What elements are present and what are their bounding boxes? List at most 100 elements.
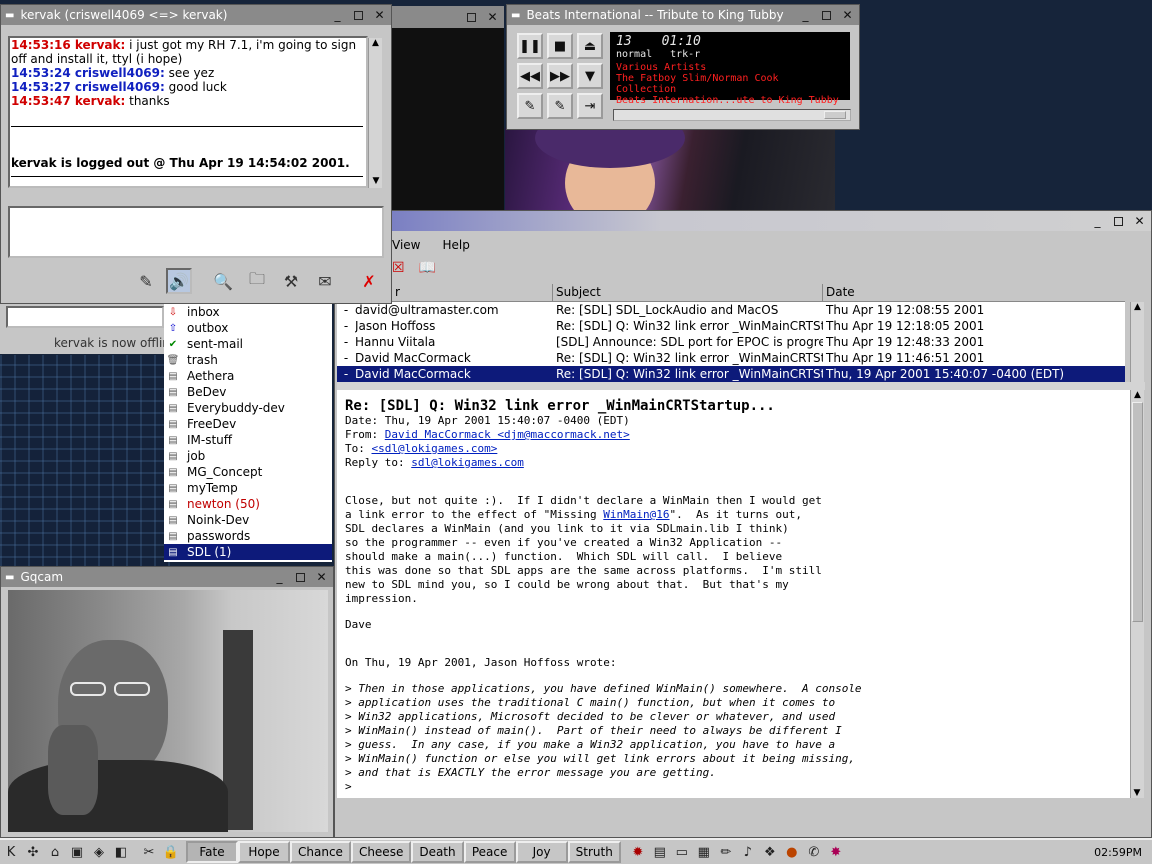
workspace-button[interactable]: Peace xyxy=(463,841,516,863)
grid-icon[interactable]: ▦ xyxy=(693,841,715,863)
send-icon[interactable]: ✉ xyxy=(312,268,338,294)
replyto-link[interactable]: sdl@lokigames.com xyxy=(411,456,524,469)
close-icon[interactable]: ✕ xyxy=(485,10,500,24)
folder-item[interactable]: ▤ Noink-Dev xyxy=(164,512,332,528)
folder-item[interactable]: ▤ Aethera xyxy=(164,368,332,384)
edit-icon[interactable]: ✎ xyxy=(133,268,159,294)
hammer-icon[interactable]: ⚒ xyxy=(278,268,304,294)
gqcam-titlebar[interactable]: ▬ Gqcam _ ✕ xyxy=(1,567,333,587)
scissors-icon[interactable]: ✂ xyxy=(138,841,160,863)
fruit-icon[interactable]: ● xyxy=(781,841,803,863)
background-window-titlebar[interactable]: ✕ xyxy=(392,6,504,28)
folder-item[interactable]: ▤ myTemp xyxy=(164,480,332,496)
book-icon[interactable]: 📖 xyxy=(419,260,436,276)
minimize-icon[interactable]: _ xyxy=(330,8,345,22)
table-row[interactable]: - David MacCormack Re: [SDL] Q: Win32 link… xyxy=(337,350,1125,366)
folder-item[interactable]: ▤ SDL (1) xyxy=(164,544,332,560)
tools-icon[interactable]: ✣ xyxy=(22,841,44,863)
maximize-icon[interactable] xyxy=(464,10,479,24)
mail-titlebar[interactable]: _ ✕ xyxy=(335,211,1151,231)
folder-item[interactable]: ▤ newton (50) xyxy=(164,496,332,512)
spider-icon[interactable]: ✹ xyxy=(627,841,649,863)
pause-button[interactable]: ❚❚ xyxy=(517,33,543,59)
app-menu-icon[interactable]: ▬ xyxy=(511,10,520,21)
lock-icon[interactable]: 🔒 xyxy=(160,841,182,863)
folder-item[interactable]: ▤ Everybuddy-dev xyxy=(164,400,332,416)
playlist-edit-icon[interactable]: ✎ xyxy=(547,93,573,119)
table-row[interactable]: - Jason Hoffoss Re: [SDL] Q: Win32 link er… xyxy=(337,318,1125,334)
chat-scrollbar[interactable]: ▲ ▼ xyxy=(368,38,382,188)
delete-icon[interactable]: ☒ xyxy=(392,260,405,276)
close-icon[interactable]: ✕ xyxy=(372,8,387,22)
close-icon[interactable]: ✕ xyxy=(1132,214,1147,228)
folder-item[interactable]: ▤ passwords xyxy=(164,528,332,544)
to-link[interactable]: <sdl@lokigames.com> xyxy=(372,442,498,455)
pencil-icon[interactable]: ✏ xyxy=(715,841,737,863)
app-menu-icon[interactable]: ▬ xyxy=(5,10,14,21)
previous-button[interactable]: ◀◀ xyxy=(517,63,543,89)
folder-item[interactable]: ⇧ outbox xyxy=(164,320,332,336)
scroll-thumb[interactable] xyxy=(1132,402,1143,622)
maximize-icon[interactable] xyxy=(1111,214,1126,228)
workspace-button[interactable]: Struth xyxy=(567,841,621,863)
column-date[interactable]: Date xyxy=(823,284,1123,301)
sound-icon[interactable]: 🔊 xyxy=(166,268,192,294)
minimize-icon[interactable]: _ xyxy=(272,570,287,584)
workspace-button[interactable]: Hope xyxy=(238,841,290,863)
workspace-button[interactable]: Chance xyxy=(290,841,351,863)
stop-button[interactable]: ■ xyxy=(547,33,573,59)
message-list-scrollbar[interactable]: ▲ xyxy=(1130,302,1144,382)
table-row[interactable]: - david@ultramaster.com Re: [SDL] SDL_Lock… xyxy=(337,302,1125,318)
table-row[interactable]: - Hannu Viitala [SDL] Announce: SDL port f… xyxy=(337,334,1125,350)
close-icon[interactable]: ✕ xyxy=(840,8,855,22)
book-icon[interactable]: ◧ xyxy=(110,841,132,863)
paint-icon[interactable]: ❖ xyxy=(759,841,781,863)
list-hscroll[interactable] xyxy=(337,382,1145,390)
chat-titlebar[interactable]: ▬ kervak (criswell4069 <=> kervak) _ ✕ xyxy=(1,5,391,25)
workspace-button[interactable]: Joy xyxy=(515,841,568,863)
package-icon[interactable]: ◈ xyxy=(88,841,110,863)
folder-item[interactable]: ▤ MG_Concept xyxy=(164,464,332,480)
seek-slider[interactable] xyxy=(613,109,851,121)
search-icon[interactable]: 🔍 xyxy=(210,268,236,294)
menu-view[interactable]: View xyxy=(392,238,420,252)
sound-icon[interactable]: ♪ xyxy=(737,841,759,863)
close-icon[interactable]: ✕ xyxy=(314,570,329,584)
pattern-icon[interactable]: ✸ xyxy=(825,841,847,863)
terminal-icon[interactable]: ▣ xyxy=(66,841,88,863)
table-row[interactable]: - David MacCormack Re: [SDL] Q: Win32 link… xyxy=(337,366,1125,382)
chat-input[interactable] xyxy=(8,206,384,258)
folder-item[interactable]: ✔ sent-mail xyxy=(164,336,332,352)
minimize-icon[interactable]: _ xyxy=(1090,214,1105,228)
folder-open-icon[interactable]: 🗀 xyxy=(244,268,270,294)
xmms-titlebar[interactable]: ▬ Beats International -- Tribute to King… xyxy=(507,5,859,25)
clock[interactable]: 02:59PM xyxy=(1094,846,1142,859)
folder-item[interactable]: ▤ IM-stuff xyxy=(164,432,332,448)
exit-icon[interactable]: ⇥ xyxy=(577,93,603,119)
k-menu-icon[interactable]: K xyxy=(0,841,22,863)
workspace-button[interactable]: Cheese xyxy=(350,841,412,863)
maximize-icon[interactable] xyxy=(351,8,366,22)
menu-help[interactable]: Help xyxy=(442,238,469,252)
home-icon[interactable]: ⌂ xyxy=(44,841,66,863)
monitor-icon[interactable]: ▤ xyxy=(649,841,671,863)
folder-item[interactable]: ▤ BeDev xyxy=(164,384,332,400)
edit-icon[interactable]: ✎ xyxy=(517,93,543,119)
chat-icon[interactable]: ✆ xyxy=(803,841,825,863)
next-button[interactable]: ▶▶ xyxy=(547,63,573,89)
workspace-button[interactable]: Death xyxy=(411,841,464,863)
winmain-link[interactable]: WinMain@16 xyxy=(603,508,669,521)
folder-item[interactable]: ▤ FreeDev xyxy=(164,416,332,432)
dropdown-button[interactable]: ▼ xyxy=(577,63,603,89)
eject-button[interactable]: ⏏ xyxy=(577,33,603,59)
notes-icon[interactable]: ▭ xyxy=(671,841,693,863)
app-menu-icon[interactable]: ▬ xyxy=(5,572,14,583)
folder-item[interactable]: 🗑 trash xyxy=(164,352,332,368)
minimize-icon[interactable]: _ xyxy=(798,8,813,22)
message-scrollbar[interactable]: ▲ ▼ xyxy=(1130,390,1144,798)
folder-item[interactable]: ⇩ inbox xyxy=(164,304,332,320)
maximize-icon[interactable] xyxy=(293,570,308,584)
seek-handle[interactable] xyxy=(824,111,846,119)
from-link[interactable]: David MacCormack <djm@maccormack.net> xyxy=(385,428,630,441)
workspace-button[interactable]: Fate xyxy=(186,841,238,863)
